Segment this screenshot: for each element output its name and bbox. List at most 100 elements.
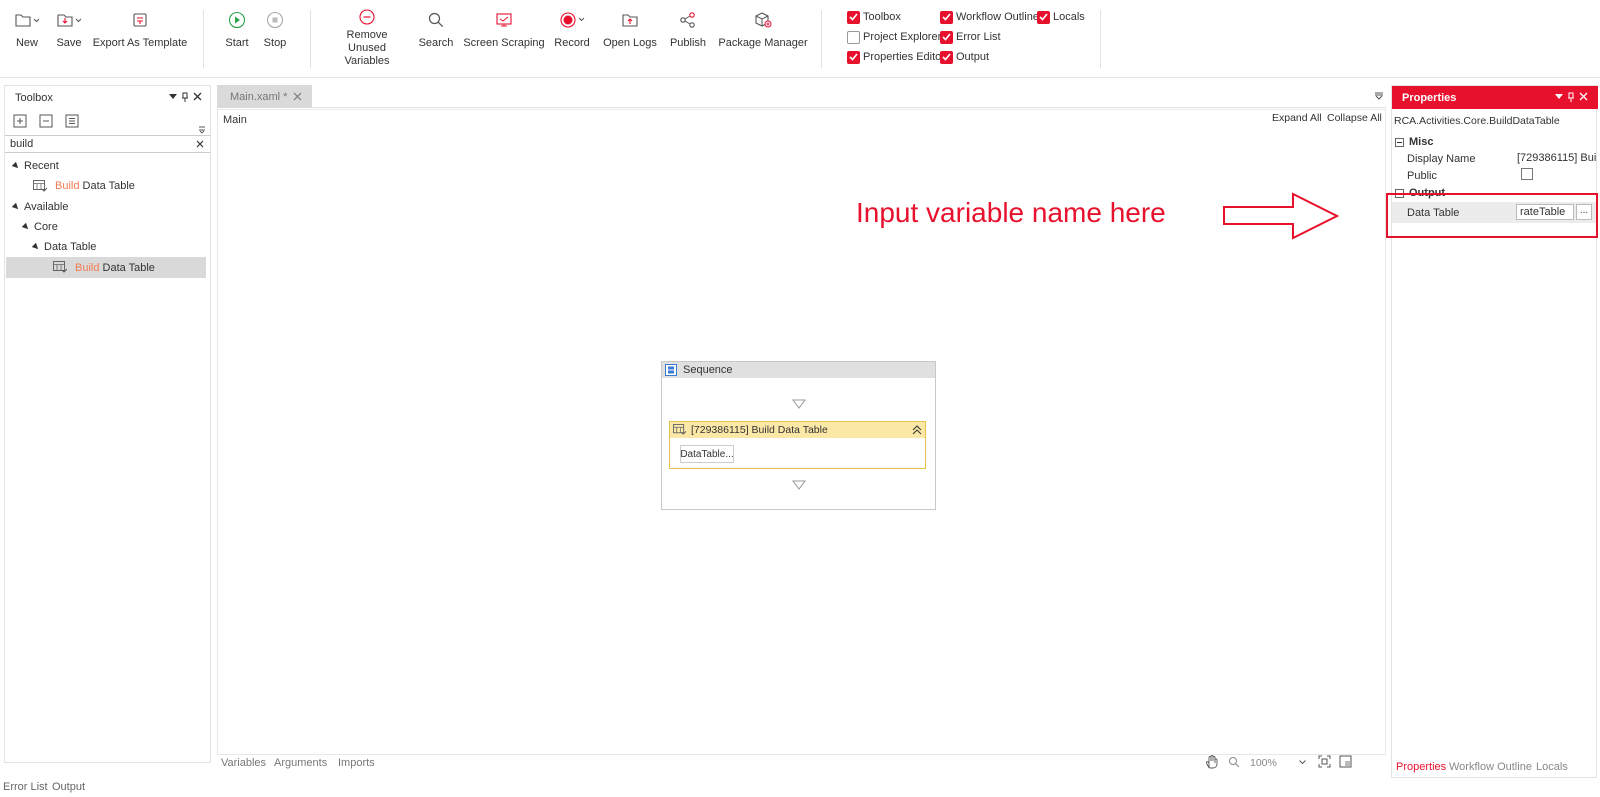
error-list-tab[interactable]: Error List <box>3 781 48 793</box>
expanded-triangle-icon <box>31 242 41 252</box>
zoom-dropdown-icon[interactable] <box>1299 760 1306 765</box>
stop-icon <box>266 8 284 32</box>
start-button[interactable]: Start <box>222 8 252 62</box>
fit-to-screen-icon[interactable] <box>1318 755 1331 768</box>
panel-toggle-properties-editor[interactable]: Properties Editor <box>847 49 945 65</box>
checkbox-checked-icon <box>847 10 860 24</box>
property-public: Public <box>1392 167 1598 185</box>
project-explorer-toggle-label: Project Explorer <box>863 31 942 43</box>
build-data-table-activity[interactable]: [729386115] Build Data Table DataTable..… <box>669 421 926 469</box>
close-icon[interactable] <box>193 92 202 101</box>
public-checkbox[interactable] <box>1521 168 1533 180</box>
publish-icon <box>679 8 697 32</box>
toolbox-search-box[interactable]: build <box>5 135 210 153</box>
checkbox-unchecked-icon <box>847 30 860 44</box>
sort-icon[interactable] <box>199 126 205 134</box>
pin-icon[interactable] <box>1567 92 1575 102</box>
locals-toggle-label: Locals <box>1053 11 1085 23</box>
tab-properties[interactable]: Properties <box>1396 761 1446 773</box>
document-tabstrip: Main.xaml * <box>217 85 1386 108</box>
designer-canvas[interactable]: Sequence [729386115] Build Data Table Da… <box>217 109 1386 755</box>
new-file-icon <box>14 8 40 32</box>
overview-map-icon[interactable] <box>1339 755 1352 768</box>
package-manager-label: Package Manager <box>718 37 808 49</box>
sequence-activity[interactable]: Sequence [729386115] Build Data Table Da… <box>661 361 936 510</box>
tree-node-recent[interactable]: Recent <box>5 156 210 176</box>
drop-target-arrow-icon[interactable] <box>792 399 806 409</box>
recent-label: Recent <box>24 160 59 172</box>
record-button[interactable]: Record <box>554 8 590 62</box>
display-name-field[interactable]: [729386115] Buil <box>1517 152 1597 164</box>
close-icon[interactable] <box>1579 92 1588 101</box>
panel-toggle-output[interactable]: Output <box>940 49 989 65</box>
toolbox-search-input[interactable]: build <box>10 138 33 150</box>
category-misc[interactable]: Misc <box>1392 133 1598 151</box>
property-display-name: Display Name [729386115] Buil <box>1392 150 1598 168</box>
zoom-level[interactable]: 100% <box>1250 757 1277 769</box>
build-data-table-icon <box>673 424 686 436</box>
properties-editor-toggle-label: Properties Editor <box>863 51 945 63</box>
close-tab-icon[interactable] <box>293 92 302 101</box>
pin-icon[interactable] <box>181 92 189 102</box>
screen-scraping-icon <box>495 8 513 32</box>
list-view-icon[interactable] <box>65 114 79 128</box>
data-table-label: Data Table <box>44 241 97 253</box>
toolbox-panel: Toolbox build Recent Build Data Table Av… <box>4 85 211 763</box>
collapse-square-icon[interactable] <box>1395 137 1404 147</box>
bottom-panel-tabs: Error List Output <box>0 780 1600 797</box>
zoom-magnifier-icon[interactable] <box>1228 756 1240 768</box>
screen-scraping-button[interactable]: Screen Scraping <box>463 8 545 62</box>
datatable-editor-button[interactable]: DataTable... <box>680 445 734 463</box>
dropdown-arrow-icon[interactable] <box>1555 92 1563 100</box>
stop-button[interactable]: Stop <box>260 8 290 62</box>
package-manager-button[interactable]: Package Manager <box>718 8 808 62</box>
remove-icon <box>358 8 376 26</box>
clear-search-icon[interactable] <box>196 140 204 148</box>
sequence-title: Sequence <box>683 364 733 376</box>
tab-overflow-icon[interactable] <box>1375 92 1383 100</box>
workflow-designer: Main.xaml * Main Expand All Collapse All… <box>217 85 1386 778</box>
save-icon <box>56 8 82 32</box>
record-icon <box>559 8 585 32</box>
panel-toggle-workflow-outline[interactable]: Workflow Outline <box>940 9 1039 25</box>
tab-locals[interactable]: Locals <box>1536 761 1568 773</box>
tab-main-xaml[interactable]: Main.xaml * <box>217 85 312 108</box>
search-highlight: Build <box>55 180 80 192</box>
export-template-button[interactable]: Export As Template <box>93 8 187 62</box>
imports-tab[interactable]: Imports <box>338 757 375 769</box>
panel-toggle-error-list[interactable]: Error List <box>940 29 1001 45</box>
search-button[interactable]: Search <box>418 8 454 62</box>
remove-unused-variables-button[interactable]: Remove Unused Variables <box>328 8 406 67</box>
dropdown-arrow-icon[interactable] <box>169 92 177 100</box>
drop-target-arrow-icon[interactable] <box>792 480 806 490</box>
collapse-chevron-icon[interactable] <box>912 425 922 435</box>
tree-node-data-table[interactable]: Data Table <box>5 237 210 257</box>
collapse-all-icon[interactable] <box>39 114 53 128</box>
screen-scraping-label: Screen Scraping <box>463 37 545 49</box>
activity-header: [729386115] Build Data Table <box>670 422 925 438</box>
open-logs-button[interactable]: Open Logs <box>603 8 657 62</box>
toolbar-separator <box>821 10 822 68</box>
tab-label: Main.xaml * <box>230 90 288 103</box>
open-logs-label: Open Logs <box>603 37 657 49</box>
tree-node-core[interactable]: Core <box>5 217 210 237</box>
tree-node-available[interactable]: Available <box>5 197 210 217</box>
hand-pan-icon[interactable] <box>1205 755 1219 769</box>
panel-toggle-toolbox[interactable]: Toolbox <box>847 9 901 25</box>
expand-all-icon[interactable] <box>13 114 27 128</box>
activity-type-name: RCA.Activities.Core.BuildDataTable <box>1394 115 1560 127</box>
save-button[interactable]: Save <box>52 8 86 62</box>
arguments-tab[interactable]: Arguments <box>274 757 327 769</box>
search-highlight: Build <box>75 261 100 274</box>
new-button[interactable]: New <box>10 8 44 62</box>
properties-header: Properties <box>1392 86 1598 109</box>
output-tab[interactable]: Output <box>52 781 85 793</box>
tree-item-recent-build-data-table[interactable]: Build Data Table <box>5 176 210 196</box>
package-icon <box>753 8 773 32</box>
variables-tab[interactable]: Variables <box>221 757 266 769</box>
panel-toggle-locals[interactable]: Locals <box>1037 9 1085 25</box>
tab-workflow-outline[interactable]: Workflow Outline <box>1449 761 1532 773</box>
panel-toggle-project-explorer[interactable]: Project Explorer <box>847 29 941 45</box>
publish-button[interactable]: Publish <box>668 8 708 62</box>
tree-item-build-data-table-selected[interactable]: Build Data Table <box>6 257 206 278</box>
